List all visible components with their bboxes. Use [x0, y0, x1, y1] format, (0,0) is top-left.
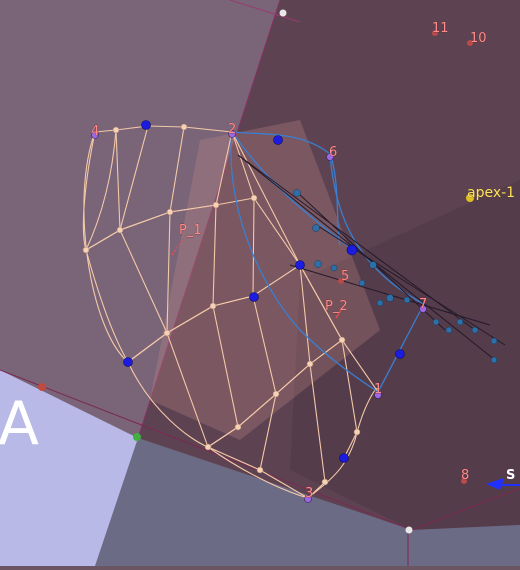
label-point-4: 4 [91, 124, 99, 139]
label-p2: P_2 [325, 299, 348, 314]
green-vertex[interactable] [133, 433, 141, 441]
label-apex: apex-1 [467, 185, 515, 201]
white-vertex-top[interactable] [279, 9, 287, 17]
label-p1: P_1 [179, 223, 202, 238]
label-point-5: 5 [341, 269, 349, 284]
label-region-a: A [0, 389, 39, 459]
label-point-11: 11 [432, 21, 449, 36]
label-point-7: 7 [419, 297, 427, 312]
red-vertex[interactable] [38, 383, 46, 391]
label-point-3: 3 [305, 486, 313, 501]
label-point-1: 1 [374, 382, 382, 397]
label-point-8: 8 [461, 468, 469, 483]
label-point-6: 6 [329, 145, 337, 160]
label-point-2: 2 [228, 122, 236, 137]
label-point-10: 10 [470, 31, 487, 46]
white-vertex-bottom[interactable] [405, 526, 413, 534]
label-axis-s: S [506, 468, 515, 483]
3d-viewport[interactable]: 1 2 3 4 5 6 7 8 10 11 P_1 P_2 apex-1 S A [0, 0, 520, 566]
scene-canvas[interactable]: 1 2 3 4 5 6 7 8 10 11 P_1 P_2 apex-1 S A [0, 0, 520, 566]
